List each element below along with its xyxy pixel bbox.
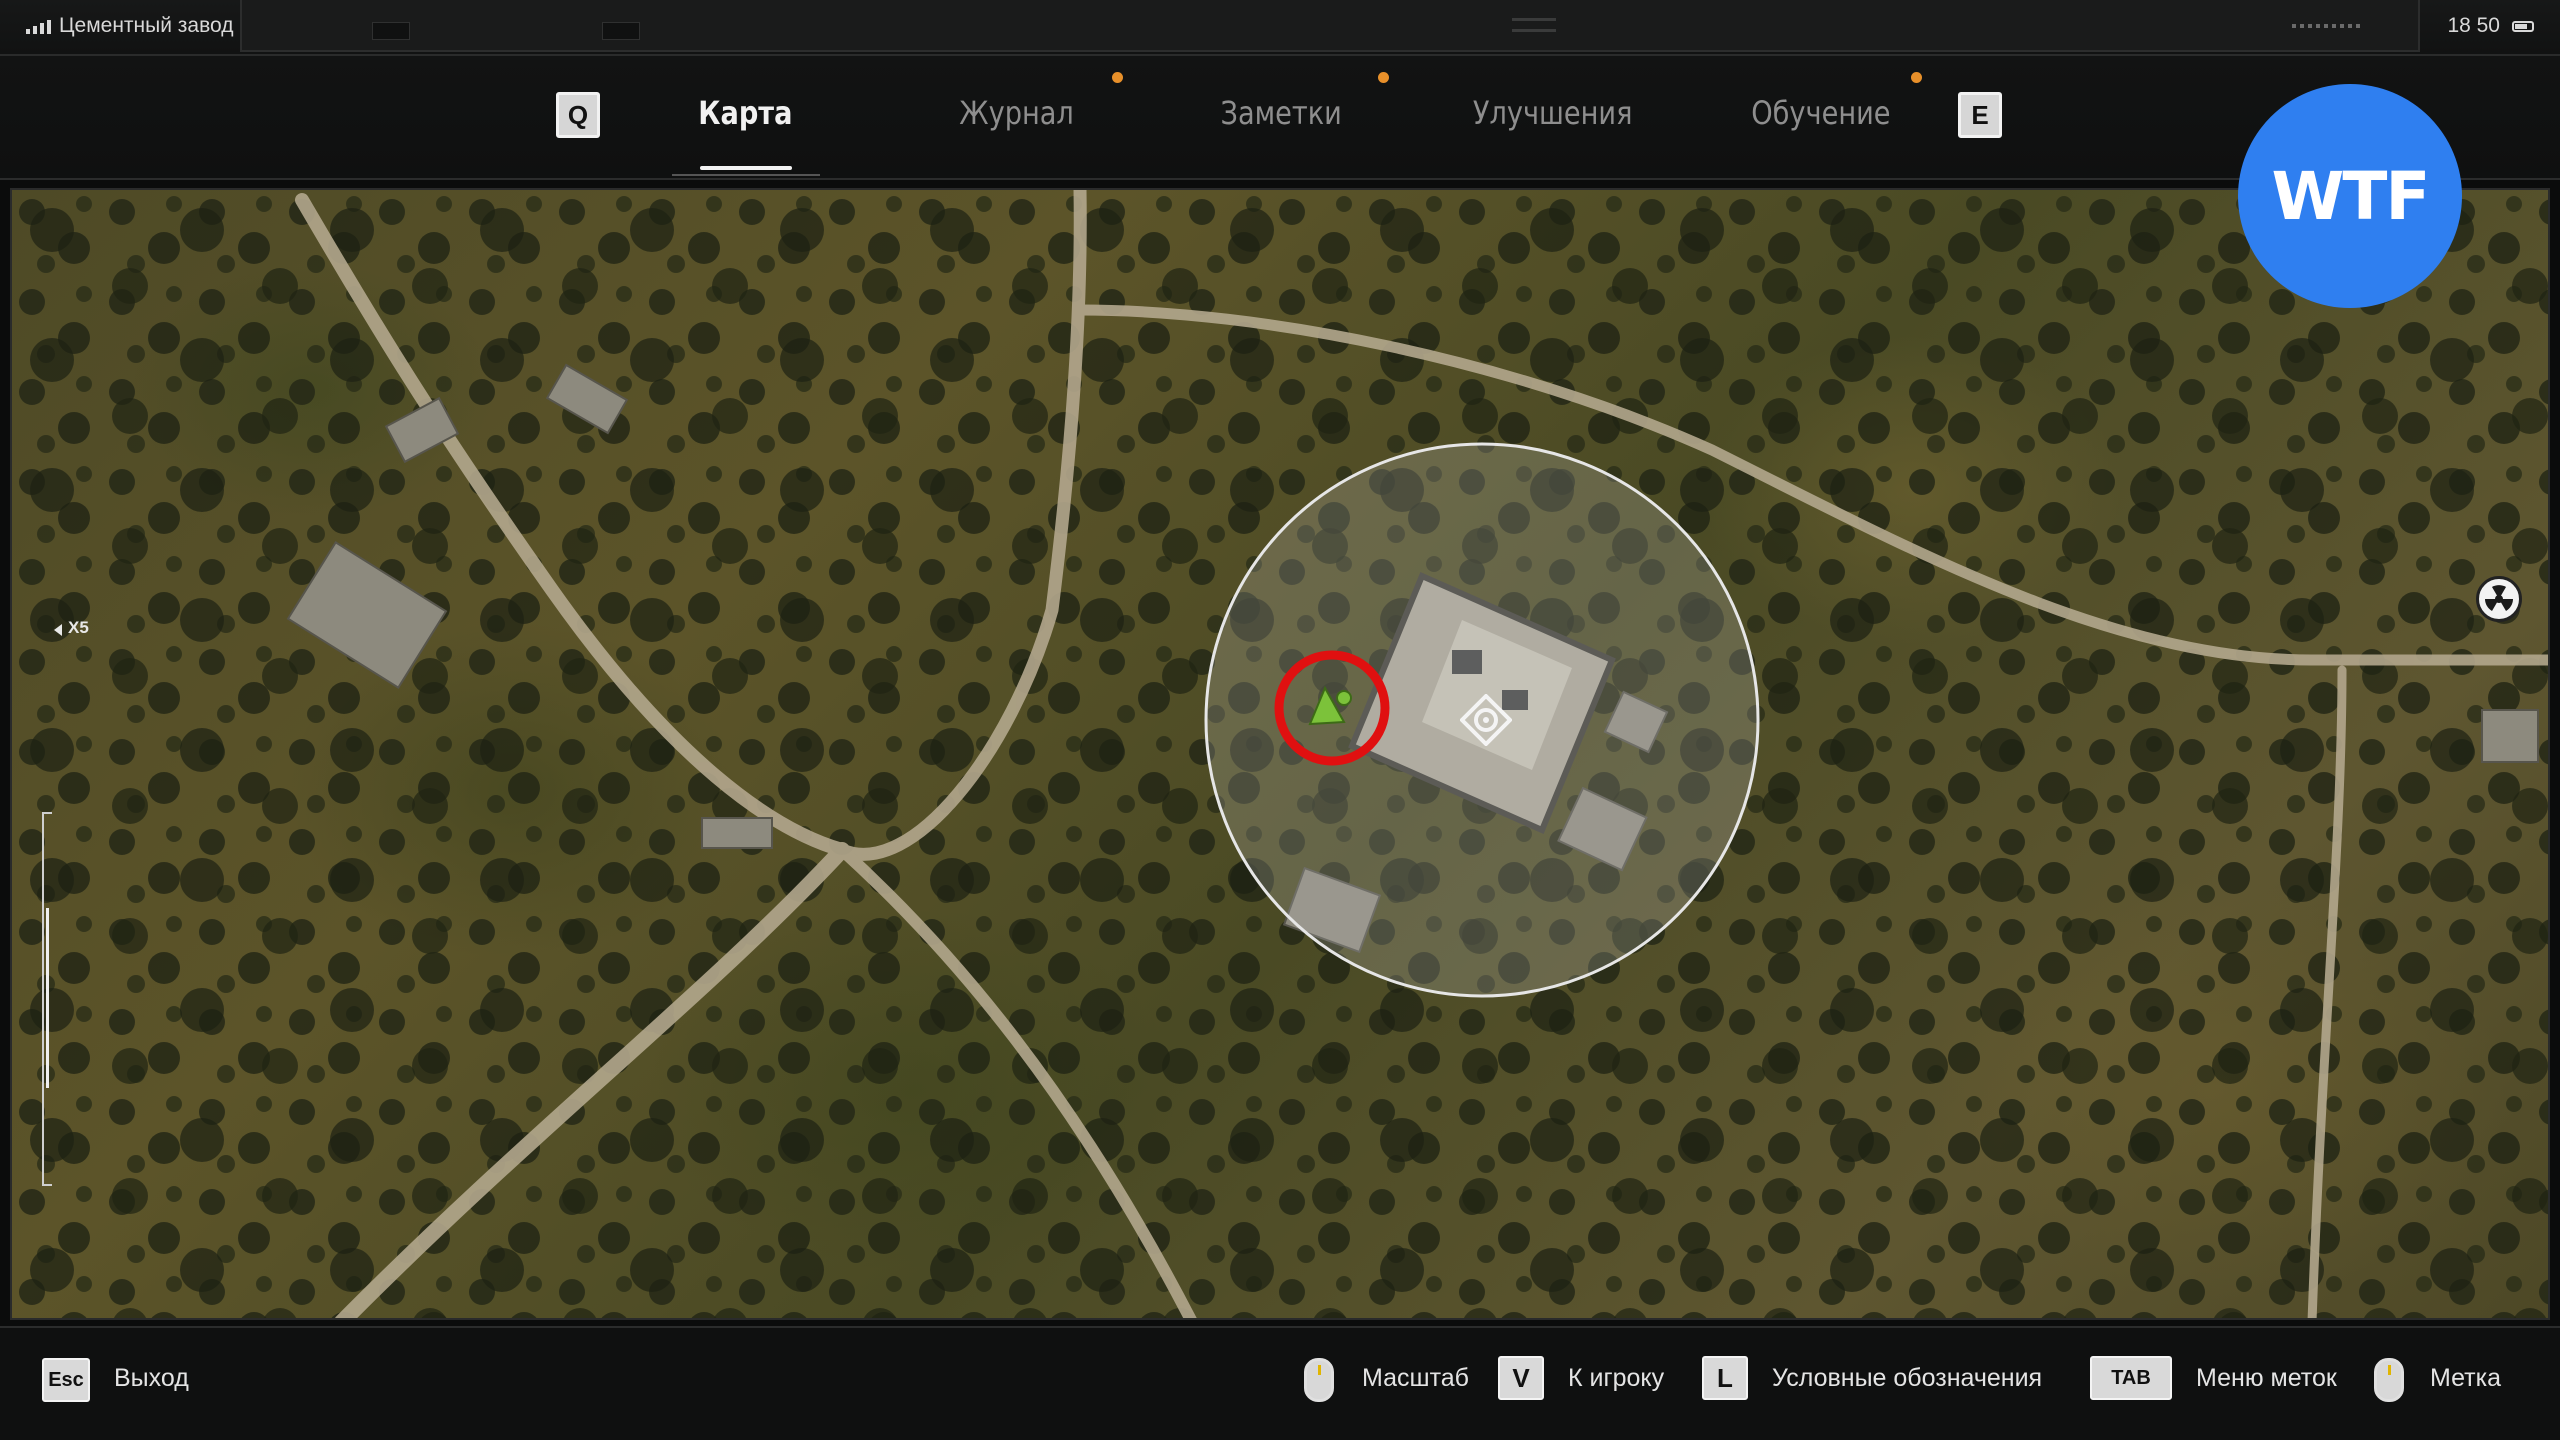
exit-key[interactable]: Esc xyxy=(42,1358,90,1402)
legend-label[interactable]: Условные обозначения xyxy=(1772,1364,2042,1393)
journal-notification-dot xyxy=(1112,72,1123,83)
active-tab-indicator xyxy=(700,166,792,170)
decor-slot xyxy=(372,22,410,40)
to-player-key[interactable]: V xyxy=(1498,1356,1544,1400)
signal-icon xyxy=(26,18,51,34)
status-location: Цементный завод xyxy=(26,14,234,38)
zoom-scale[interactable] xyxy=(42,812,58,1186)
clock-time: 18 50 xyxy=(2447,14,2500,37)
player-marker-icon[interactable] xyxy=(1270,646,1394,770)
radiation-icon[interactable] xyxy=(2476,576,2522,622)
target-marker-icon[interactable] xyxy=(1460,694,1512,746)
zoom-level-label: X5 xyxy=(68,618,89,637)
header-decoration xyxy=(240,0,2420,52)
notes-notification-dot xyxy=(1378,72,1389,83)
wtf-badge: WTF xyxy=(2238,84,2462,308)
decor-dashes xyxy=(1512,18,1556,32)
legend-key[interactable]: L xyxy=(1702,1356,1748,1400)
tab-notes[interactable]: Заметки xyxy=(1221,94,1342,142)
zoom-scale-fill xyxy=(46,908,49,1088)
mark-label[interactable]: Метка xyxy=(2430,1364,2501,1393)
status-bar: Цементный завод 18 50 xyxy=(0,0,2560,56)
mouse-click-icon xyxy=(2374,1358,2404,1402)
zoom-arrow-icon xyxy=(54,624,62,636)
tab-journal[interactable]: Журнал xyxy=(959,94,1073,142)
mouse-wheel-icon xyxy=(1304,1358,1334,1402)
location-name: Цементный завод xyxy=(59,14,234,37)
next-tab-key[interactable]: E xyxy=(1958,92,2002,138)
marks-menu-label[interactable]: Меню меток xyxy=(2196,1364,2337,1393)
battery-icon xyxy=(2512,20,2534,32)
top-nav: Q Карта Журнал Заметки Улучшения Обучени… xyxy=(0,56,2560,180)
decor-dots xyxy=(2292,24,2362,28)
training-notification-dot xyxy=(1911,72,1922,83)
exit-label[interactable]: Выход xyxy=(114,1364,189,1393)
prev-tab-key[interactable]: Q xyxy=(556,92,600,138)
tab-upgrades[interactable]: Улучшения xyxy=(1473,94,1633,142)
wtf-badge-text: WTF xyxy=(2271,157,2431,235)
zoom-hint-label[interactable]: Масштаб xyxy=(1362,1364,1469,1393)
status-clock: 18 50 xyxy=(2447,14,2534,38)
tab-training[interactable]: Обучение xyxy=(1751,94,1890,142)
decor-slot xyxy=(602,22,640,40)
to-player-label[interactable]: К игроку xyxy=(1568,1364,1664,1393)
bottom-hint-bar xyxy=(0,1326,2560,1440)
world-map[interactable]: X5 xyxy=(10,188,2550,1320)
active-tab-frame xyxy=(672,174,820,176)
marks-menu-key[interactable]: TAB xyxy=(2090,1356,2172,1400)
tab-map[interactable]: Карта xyxy=(698,94,792,142)
